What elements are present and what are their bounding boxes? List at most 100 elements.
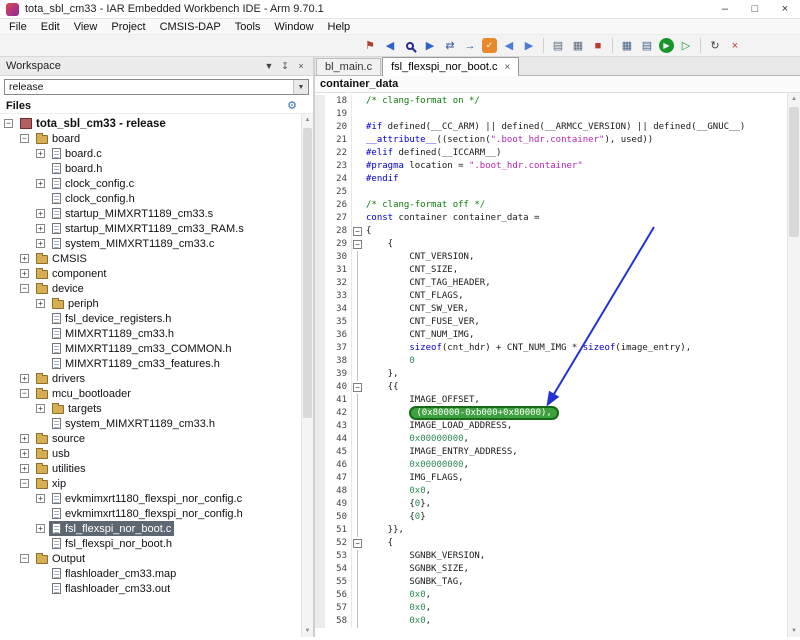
compile-icon[interactable]: ▤	[549, 37, 567, 55]
menu-project[interactable]: Project	[104, 21, 152, 33]
breakpoint-margin[interactable]	[315, 420, 325, 433]
expand-icon[interactable]: +	[20, 374, 29, 383]
code-text[interactable]: #if defined(__CC_ARM) || defined(__ARMCC…	[364, 121, 800, 134]
editor-scrollbar[interactable]: ▲ ▼	[787, 93, 800, 637]
bookmark-icon[interactable]: ⚑	[361, 37, 379, 55]
breakpoint-margin[interactable]	[315, 394, 325, 407]
tree-item-board-c[interactable]: + board.c	[0, 146, 313, 161]
tree-item-mimxrt1189-cm33-features-h[interactable]: MIMXRT1189_cm33_features.h	[0, 356, 313, 371]
tree-item-startup-mimxrt1189-cm33-s[interactable]: + startup_MIMXRT1189_cm33.s	[0, 206, 313, 221]
line-number[interactable]: 49	[325, 498, 351, 511]
breakpoint-margin[interactable]	[315, 511, 325, 524]
breakpoint-margin[interactable]	[315, 368, 325, 381]
breakpoint-margin[interactable]	[315, 563, 325, 576]
tree-item-system-mimxrt1189-cm33-h[interactable]: system_MIMXRT1189_cm33.h	[0, 416, 313, 431]
breakpoint-margin[interactable]	[315, 446, 325, 459]
code-text[interactable]: },	[364, 368, 800, 381]
expand-icon[interactable]: +	[20, 269, 29, 278]
breakpoint-margin[interactable]	[315, 147, 325, 160]
code-text[interactable]: 0x00000000,	[364, 459, 800, 472]
line-number[interactable]: 22	[325, 147, 351, 160]
tree-item-board[interactable]: − board	[0, 131, 313, 146]
line-number[interactable]: 18	[325, 95, 351, 108]
breakpoint-margin[interactable]	[315, 472, 325, 485]
menu-view[interactable]: View	[67, 21, 105, 33]
pin-icon[interactable]: ↧	[277, 61, 293, 72]
expand-icon[interactable]: +	[20, 464, 29, 473]
code-text[interactable]: SGNBK_VERSION,	[364, 550, 800, 563]
expand-icon[interactable]: +	[20, 434, 29, 443]
menu-tools[interactable]: Tools	[228, 21, 268, 33]
code-text[interactable]: 0x0,	[364, 589, 800, 602]
menu-cmsis-dap[interactable]: CMSIS-DAP	[153, 21, 228, 33]
expand-icon[interactable]: +	[36, 494, 45, 503]
breakpoint-margin[interactable]	[315, 251, 325, 264]
breakpoint-margin[interactable]	[315, 264, 325, 277]
tree-item-device[interactable]: − device	[0, 281, 313, 296]
code-text[interactable]: {	[364, 537, 800, 550]
tree-item-system-mimxrt1189-cm33-c[interactable]: + system_MIMXRT1189_cm33.c	[0, 236, 313, 251]
expand-icon[interactable]: +	[20, 254, 29, 263]
tree-item-utilities[interactable]: + utilities	[0, 461, 313, 476]
line-number[interactable]: 28	[325, 225, 351, 238]
breakpoint-margin[interactable]	[315, 290, 325, 303]
line-number[interactable]: 52	[325, 537, 351, 550]
line-number[interactable]: 19	[325, 108, 351, 121]
code-text[interactable]: /* clang-format on */	[364, 95, 800, 108]
tree-item-evkmimxrt1180-flexspi-nor-config-c[interactable]: + evkmimxrt1180_flexspi_nor_config.c	[0, 491, 313, 506]
editor-scroll-down-icon[interactable]: ▼	[788, 625, 800, 637]
tree-item-board-h[interactable]: board.h	[0, 161, 313, 176]
line-number[interactable]: 27	[325, 212, 351, 225]
breakpoint-margin[interactable]	[315, 433, 325, 446]
editor-scrollbar-thumb[interactable]	[789, 107, 799, 237]
breakpoint-margin[interactable]	[315, 355, 325, 368]
settings-gear-icon[interactable]: ⚙	[287, 99, 297, 112]
code-text[interactable]: {0},	[364, 498, 800, 511]
line-number[interactable]: 30	[325, 251, 351, 264]
code-text[interactable]	[364, 108, 800, 121]
line-number[interactable]: 58	[325, 615, 351, 628]
expand-icon[interactable]: +	[36, 224, 45, 233]
expand-icon[interactable]: +	[36, 149, 45, 158]
fold-collapse-icon[interactable]: −	[353, 539, 362, 548]
code-text[interactable]: CNT_NUM_IMG,	[364, 329, 800, 342]
configuration-dropdown[interactable]: release ▼	[4, 79, 309, 95]
breakpoint-margin[interactable]	[315, 602, 325, 615]
line-number[interactable]: 43	[325, 420, 351, 433]
tree-item-source[interactable]: + source	[0, 431, 313, 446]
line-number[interactable]: 33	[325, 290, 351, 303]
expand-icon[interactable]: +	[36, 209, 45, 218]
code-text[interactable]: CNT_TAG_HEADER,	[364, 277, 800, 290]
tree-item-flashloader-cm33-out[interactable]: flashloader_cm33.out	[0, 581, 313, 596]
breakpoint-margin[interactable]	[315, 173, 325, 186]
code-text[interactable]: 0x0,	[364, 485, 800, 498]
breakpoint-margin[interactable]	[315, 342, 325, 355]
collapse-icon[interactable]: −	[20, 134, 29, 143]
menu-file[interactable]: File	[2, 21, 34, 33]
line-number[interactable]: 40	[325, 381, 351, 394]
breakpoint-margin[interactable]	[315, 225, 325, 238]
tree-item-clock-config-c[interactable]: + clock_config.c	[0, 176, 313, 191]
code-text[interactable]: #pragma location = ".boot_hdr.container"	[364, 160, 800, 173]
make-icon[interactable]: ▦	[569, 37, 587, 55]
dropdown-caret-icon[interactable]: ▼	[293, 80, 308, 94]
code-text[interactable]: CNT_FLAGS,	[364, 290, 800, 303]
code-text[interactable]: CNT_VERSION,	[364, 251, 800, 264]
line-number[interactable]: 21	[325, 134, 351, 147]
registers-view-icon[interactable]: ▤	[638, 37, 656, 55]
code-text[interactable]: SGNBK_SIZE,	[364, 563, 800, 576]
line-number[interactable]: 26	[325, 199, 351, 212]
line-number[interactable]: 20	[325, 121, 351, 134]
menu-window[interactable]: Window	[267, 21, 320, 33]
workspace-scrollbar-thumb[interactable]	[303, 128, 312, 418]
line-number[interactable]: 44	[325, 433, 351, 446]
collapse-icon[interactable]: −	[20, 554, 29, 563]
line-number[interactable]: 31	[325, 264, 351, 277]
line-number[interactable]: 35	[325, 316, 351, 329]
breakpoint-margin[interactable]	[315, 316, 325, 329]
breakpoint-margin[interactable]	[315, 524, 325, 537]
line-number[interactable]: 38	[325, 355, 351, 368]
breakpoint-margin[interactable]	[315, 329, 325, 342]
collapse-icon[interactable]: −	[20, 284, 29, 293]
tree-item-tota-sbl-cm33-release[interactable]: − tota_sbl_cm33 - release	[0, 116, 313, 131]
